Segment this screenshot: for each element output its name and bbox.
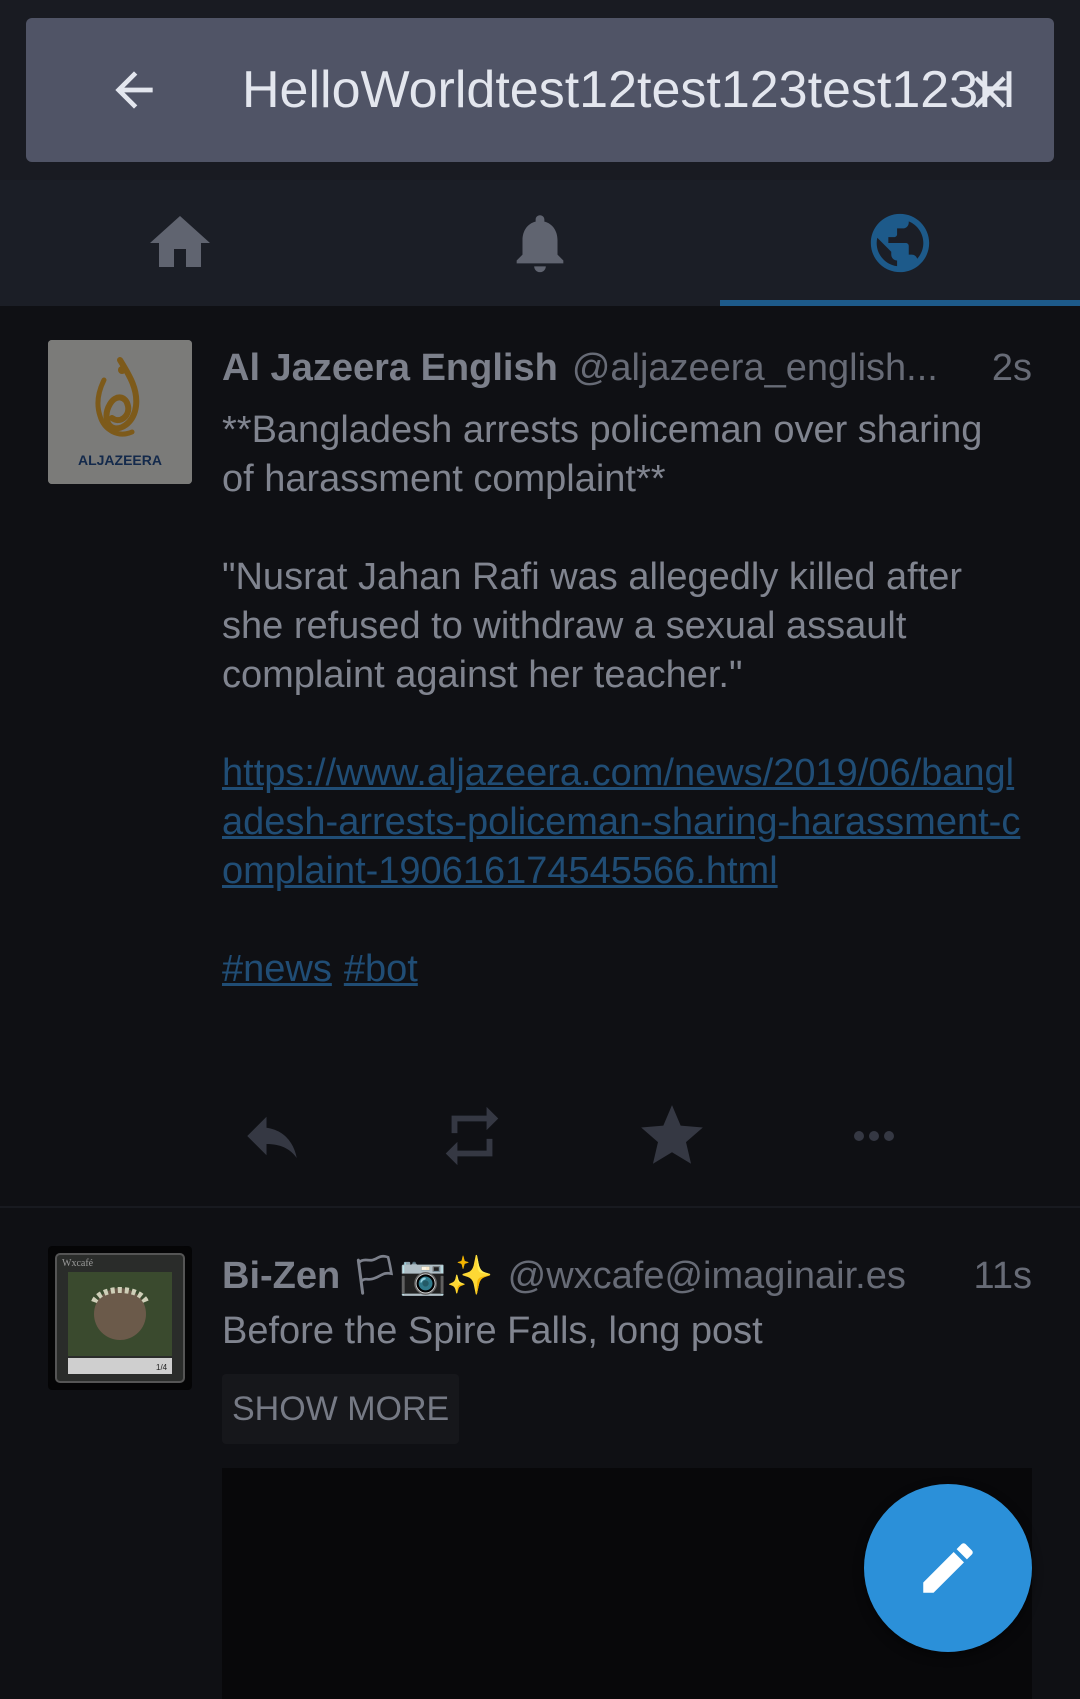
- pencil-icon: [923, 1543, 973, 1593]
- more-horizontal-icon: [854, 1131, 894, 1141]
- profile-card-avatar-icon: Wxcafé 1/4: [48, 1246, 192, 1390]
- timestamp: 11s: [973, 1254, 1032, 1297]
- reply-icon: [247, 1116, 297, 1158]
- more-options-button[interactable]: [824, 1096, 924, 1176]
- search-input[interactable]: HelloWorldtest12test123test123H: [242, 18, 1016, 162]
- tab-public[interactable]: [720, 180, 1080, 306]
- show-more-button[interactable]: SHOW MORE: [222, 1374, 460, 1444]
- search-bar: HelloWorldtest12test123test123H: [26, 18, 1054, 162]
- avatar[interactable]: ALJAZEERA: [48, 340, 192, 484]
- content-warning-text: Before the Spire Falls, long post: [222, 1310, 763, 1352]
- boost-button[interactable]: [422, 1096, 522, 1176]
- arrow-left-icon: [115, 71, 153, 109]
- tab-bar: [0, 180, 1080, 306]
- home-icon: [150, 216, 210, 267]
- status-paragraph: **Bangladesh arrests policeman over shar…: [222, 409, 983, 500]
- display-name[interactable]: Bi-Zen 🏳📷✨: [222, 1254, 494, 1298]
- clear-search-button[interactable]: [958, 60, 1022, 124]
- aljazeera-logo-icon: ALJAZEERA: [48, 340, 192, 484]
- status-content: **Bangladesh arrests policeman over shar…: [222, 406, 1022, 1043]
- status-header: Al Jazeera English @aljazeera_english...…: [222, 338, 1032, 398]
- status-paragraph: "Nusrat Jahan Rafi was allegedly killed …: [222, 556, 963, 696]
- display-name[interactable]: Al Jazeera English: [222, 347, 558, 390]
- globe-icon: [870, 213, 930, 273]
- timestamp: 2s: [991, 346, 1032, 389]
- hashtag-link[interactable]: #bot: [344, 948, 418, 990]
- status-header: Bi-Zen 🏳📷✨ @wxcafe@imaginair.es 11s: [222, 1246, 1032, 1306]
- svg-text:ALJAZEERA: ALJAZEERA: [78, 452, 162, 468]
- back-button[interactable]: [96, 60, 172, 120]
- close-icon: [974, 76, 1006, 108]
- account-handle[interactable]: @aljazeera_english...: [572, 347, 976, 390]
- status-actions: [222, 1096, 942, 1176]
- tab-notifications[interactable]: [360, 180, 720, 306]
- account-handle[interactable]: @wxcafe@imaginair.es: [508, 1255, 958, 1298]
- status-link[interactable]: https://www.aljazeera.com/news/2019/06/b…: [222, 752, 1020, 892]
- avatar[interactable]: Wxcafé 1/4: [48, 1246, 192, 1390]
- repeat-icon: [445, 1106, 499, 1166]
- bell-icon: [516, 215, 564, 273]
- reply-button[interactable]: [222, 1096, 322, 1176]
- svg-text:Wxcafé: Wxcafé: [62, 1258, 94, 1269]
- star-icon: [641, 1105, 703, 1164]
- favourite-button[interactable]: [622, 1096, 722, 1176]
- compose-button[interactable]: [864, 1484, 1032, 1652]
- tab-home[interactable]: [0, 180, 360, 306]
- svg-text:1/4: 1/4: [156, 1363, 168, 1372]
- status-item[interactable]: ALJAZEERA Al Jazeera English @aljazeera_…: [0, 306, 1080, 1208]
- app: HelloWorldtest12test123test123H ALJAZEER…: [0, 0, 1080, 1699]
- hashtag-link[interactable]: #news: [222, 948, 332, 990]
